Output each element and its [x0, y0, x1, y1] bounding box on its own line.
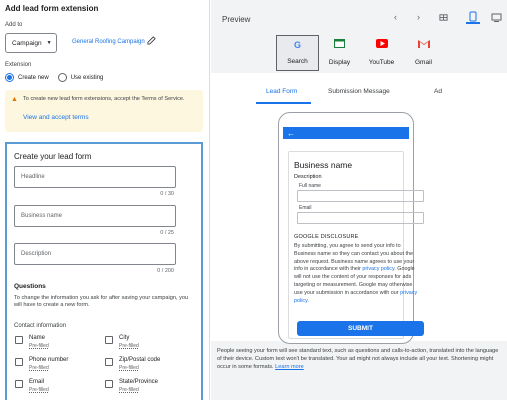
tab-ad[interactable]: Ad [434, 88, 442, 95]
questions-title: Questions [14, 283, 46, 290]
questions-text: To change the information you ask for af… [14, 295, 189, 308]
prefilled-label: Pre-filled [119, 343, 139, 349]
footer-text: People seeing your form will see standar… [217, 348, 499, 370]
prefilled-label: Pre-filled [29, 365, 49, 371]
preview-business-name: Business name [294, 160, 353, 170]
radio-create-new[interactable] [5, 73, 14, 82]
field-label: City [119, 335, 130, 341]
business-name-count: 0 / 25 [160, 230, 174, 236]
checkbox-box[interactable] [15, 336, 23, 344]
caret-down-icon: ▼ [46, 40, 52, 46]
checkbox-state[interactable]: State/Province Pre-filled [105, 379, 158, 393]
extension-radio-group: Create new Use existing [5, 73, 103, 82]
form-title: Create your lead form [14, 152, 92, 161]
field-label: Name [29, 335, 46, 341]
field-label: State/Province [119, 379, 159, 385]
platform-label: YouTube [368, 59, 395, 66]
prefilled-label: Pre-filled [29, 387, 49, 393]
platform-display[interactable]: Display [318, 35, 361, 71]
warning-text: To create new lead form extensions, acce… [23, 96, 185, 102]
submit-button[interactable]: SUBMIT [297, 321, 424, 336]
disclosure-part: . [307, 297, 309, 304]
platform-label: Gmail [415, 59, 432, 66]
campaign-dropdown-label: Campaign [12, 39, 42, 47]
back-arrow-icon[interactable]: ← [287, 129, 295, 138]
contact-info-label: Contact information [14, 323, 67, 329]
pencil-icon[interactable] [147, 36, 156, 47]
description-count: 0 / 200 [157, 268, 174, 274]
chevron-left-icon[interactable]: ‹ [394, 12, 397, 22]
phone-header: ← [283, 127, 409, 139]
preview-area: Lead Form Submission Message Ad ← Busine… [211, 73, 507, 344]
tab-submission-message[interactable]: Submission Message [328, 88, 390, 95]
mobile-view-icon[interactable] [466, 10, 480, 24]
display-icon [334, 39, 345, 50]
business-name-input[interactable]: Business name [14, 205, 176, 227]
platform-gmail[interactable]: Gmail [402, 35, 445, 71]
tab-lead-form[interactable]: Lead Form [266, 88, 297, 95]
checkbox-box[interactable] [15, 380, 23, 388]
checkbox-name[interactable]: Name Pre-filled [15, 335, 49, 349]
checkbox-phone[interactable]: Phone number Pre-filled [15, 357, 68, 371]
panel-title: Add lead form extension [5, 4, 99, 13]
preview-title: Preview [222, 15, 251, 24]
phone-mockup: ← Business name Description Full name Em… [278, 112, 424, 344]
prefilled-label: Pre-filled [29, 343, 49, 349]
platform-search[interactable]: G Search [276, 35, 319, 71]
view-terms-link[interactable]: View and accept terms [23, 114, 89, 121]
disclosure-title: GOOGLE DISCLOSURE [294, 234, 359, 240]
privacy-policy-link[interactable]: privacy policy [362, 266, 394, 272]
gmail-icon [417, 39, 430, 50]
learn-more-link[interactable]: Learn more [275, 364, 304, 370]
add-to-label: Add to [5, 22, 23, 28]
extension-label: Extension [5, 62, 32, 68]
field-label: Zip/Postal code [119, 357, 161, 363]
grid-view-icon[interactable] [436, 10, 450, 24]
active-tab-indicator [256, 102, 311, 104]
preview-email-label: Email [299, 205, 312, 211]
lead-form-card: Create your lead form Headline 0 / 30 Bu… [5, 142, 203, 400]
youtube-icon [375, 39, 388, 50]
radio-use-existing[interactable] [57, 73, 67, 82]
warning-icon: ▲ [11, 96, 18, 103]
platform-youtube[interactable]: YouTube [360, 35, 403, 71]
checkbox-email[interactable]: Email Pre-filled [15, 379, 49, 393]
radio-use-existing-label: Use existing [70, 74, 104, 81]
radio-create-new-label: Create new [18, 74, 49, 81]
checkbox-box[interactable] [105, 336, 113, 344]
checkbox-box[interactable] [105, 380, 113, 388]
platform-label: Search [287, 58, 308, 65]
campaign-name-link[interactable]: General Roofing Campaign [72, 39, 145, 45]
preview-panel: Preview ‹ › G Search Display YouTube Gma… [211, 0, 507, 400]
chevron-right-icon[interactable]: › [417, 12, 420, 22]
headline-count: 0 / 30 [160, 191, 174, 197]
preview-description: Description [294, 174, 322, 180]
preview-full-name-label: Full name [299, 183, 321, 189]
prefilled-label: Pre-filled [119, 387, 139, 393]
field-label: Phone number [29, 357, 69, 363]
checkbox-box[interactable] [105, 358, 113, 366]
translation-note: People seeing your form will see standar… [217, 347, 503, 371]
terms-warning: ▲ To create new lead form extensions, ac… [5, 90, 203, 132]
preview-email-input [297, 212, 424, 224]
prefilled-label: Pre-filled [119, 365, 139, 371]
field-label: Email [29, 379, 45, 385]
checkbox-city[interactable]: City Pre-filled [105, 335, 139, 349]
desktop-view-icon[interactable] [489, 10, 503, 24]
description-input[interactable]: Description [14, 243, 176, 265]
preview-full-name-input [297, 190, 424, 202]
headline-input[interactable]: Headline [14, 166, 176, 188]
checkbox-box[interactable] [15, 358, 23, 366]
lead-form-preview: Business name Description Full name Emai… [288, 151, 424, 339]
checkbox-zip[interactable]: Zip/Postal code Pre-filled [105, 357, 160, 371]
google-g-icon: G [293, 40, 301, 50]
disclosure-text: By submitting, you agree to send your in… [294, 243, 418, 305]
platform-label: Display [328, 59, 351, 66]
campaign-dropdown[interactable]: Campaign ▼ [5, 33, 57, 53]
left-panel: Add lead form extension Add to Campaign … [0, 0, 210, 400]
